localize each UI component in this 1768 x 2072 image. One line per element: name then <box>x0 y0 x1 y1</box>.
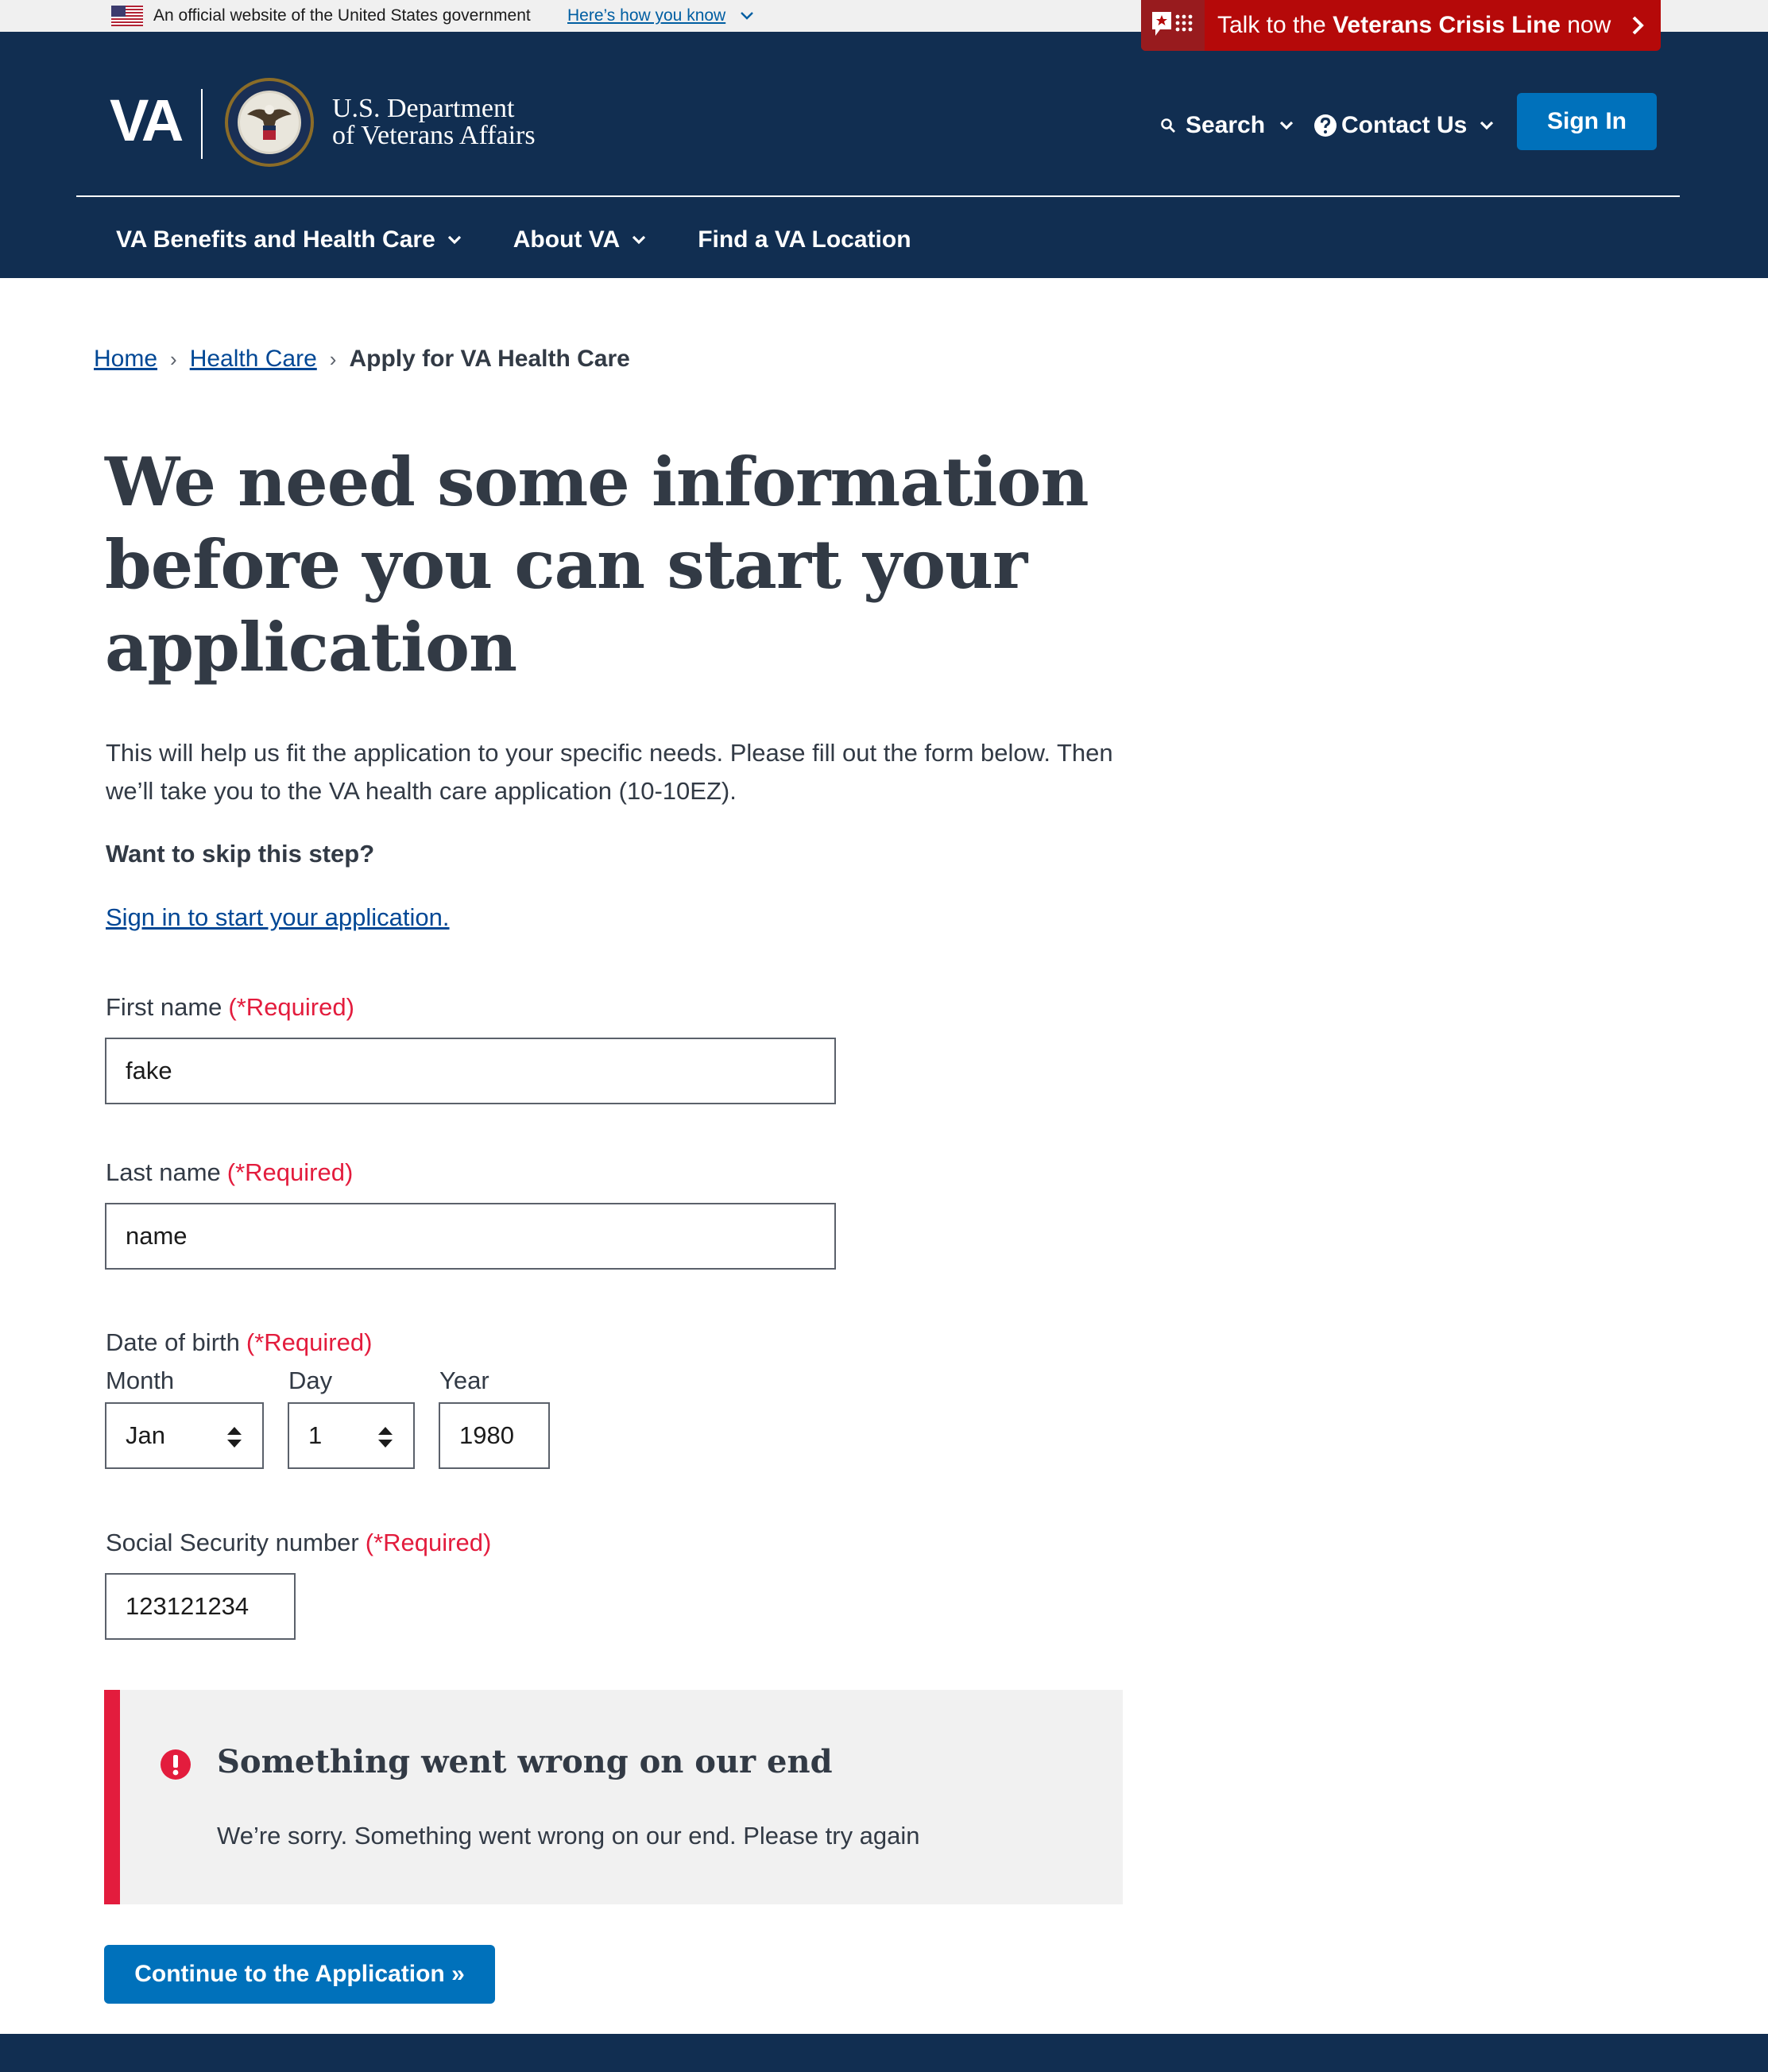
last-name-input[interactable] <box>105 1203 836 1270</box>
nav-item-label: About VA <box>513 226 621 253</box>
logo-divider <box>201 89 203 159</box>
ssn-label: Social Security number (*Required) <box>106 1527 491 1559</box>
crisis-emphasis: Veterans Crisis Line <box>1333 12 1561 38</box>
veterans-crisis-line-button[interactable]: Talk to the Veterans Crisis Line now <box>1141 0 1661 51</box>
last-name-label-text: Last name <box>106 1158 221 1186</box>
question-circle-icon <box>1314 114 1337 137</box>
error-alert: Something went wrong on our end We’re so… <box>104 1690 1123 1904</box>
dob-day-select[interactable]: 1 <box>288 1402 415 1469</box>
nav-item-label: VA Benefits and Health Care <box>116 226 435 253</box>
crisis-icon-box <box>1141 0 1205 51</box>
chevron-down-icon <box>447 235 461 245</box>
first-name-input[interactable] <box>105 1038 836 1104</box>
breadcrumb-separator: › <box>170 347 177 371</box>
dob-label-text: Date of birth <box>106 1328 240 1356</box>
heres-how-you-know-link[interactable]: Here’s how you know <box>567 6 725 26</box>
search-menu-button[interactable]: Search <box>1160 108 1295 143</box>
chevron-right-icon <box>1632 16 1644 35</box>
alert-accent-bar <box>104 1690 120 1904</box>
skip-step-question: Want to skip this step? <box>106 840 375 868</box>
site-header: VA U.S. Department of Veterans Affairs S… <box>0 32 1768 278</box>
first-name-label: First name (*Required) <box>106 992 354 1023</box>
dob-day-value: 1 <box>308 1421 323 1449</box>
us-flag-icon <box>111 6 143 26</box>
nav-item-benefits-health-care[interactable]: VA Benefits and Health Care <box>116 226 464 253</box>
breadcrumb-separator: › <box>329 347 337 371</box>
dob-year-label: Year <box>439 1367 489 1394</box>
dob-month-label: Month <box>106 1367 175 1394</box>
dob-month-select[interactable]: Jan <box>105 1402 264 1469</box>
breadcrumb-current-page: Apply for VA Health Care <box>349 346 630 372</box>
crisis-chat-icon <box>1152 12 1193 36</box>
search-icon <box>1161 118 1175 133</box>
nav-item-label: Find a VA Location <box>698 226 911 253</box>
required-marker: (*Required) <box>365 1529 492 1556</box>
va-logo-wordmark[interactable]: VA <box>110 89 184 153</box>
dept-name-line1: U.S. Department <box>332 94 515 123</box>
intro-paragraph: This will help us fit the application to… <box>106 739 1113 805</box>
chevron-down-icon <box>633 235 646 245</box>
dob-day-label: Day <box>288 1367 333 1394</box>
search-label: Search <box>1186 112 1266 138</box>
alert-heading: Something went wrong on our end <box>217 1743 833 1780</box>
breadcrumb: Home › Health Care › Apply for VA Health… <box>94 343 630 375</box>
nav-item-find-va-location[interactable]: Find a VA Location <box>698 226 911 253</box>
nav-item-about-va[interactable]: About VA <box>513 226 648 253</box>
dob-month-value: Jan <box>126 1421 165 1449</box>
chevron-down-icon[interactable] <box>739 8 755 24</box>
select-updown-icon <box>378 1427 393 1448</box>
main-nav: VA Benefits and Health Care About VA Fin… <box>116 222 961 257</box>
required-marker: (*Required) <box>246 1328 373 1356</box>
ssn-input[interactable] <box>105 1573 296 1640</box>
error-icon <box>161 1749 191 1780</box>
site-footer <box>0 2034 1768 2072</box>
crisis-suffix: now <box>1560 12 1611 38</box>
crisis-line-text: Talk to the Veterans Crisis Line now <box>1217 11 1611 40</box>
select-updown-icon <box>227 1427 242 1448</box>
breadcrumb-health-care-link[interactable]: Health Care <box>190 343 317 375</box>
breadcrumb-home-link[interactable]: Home <box>94 343 157 375</box>
va-seal-icon[interactable] <box>223 76 315 168</box>
continue-to-application-button[interactable]: Continue to the Application » <box>104 1945 495 2004</box>
dob-year-input[interactable] <box>439 1402 550 1469</box>
ssn-label-text: Social Security number <box>106 1529 359 1556</box>
official-website-text: An official website of the United States… <box>153 6 531 25</box>
first-name-label-text: First name <box>106 993 222 1021</box>
header-divider <box>76 195 1680 197</box>
contact-us-label: Contact Us <box>1341 112 1468 138</box>
contact-us-menu-button[interactable]: Contact Us <box>1313 108 1495 143</box>
page-title: We need some information before you can … <box>105 443 1089 686</box>
dept-name-line2: of Veterans Affairs <box>332 121 536 150</box>
required-marker: (*Required) <box>228 993 354 1021</box>
sign-in-button[interactable]: Sign In <box>1517 93 1657 150</box>
chevron-down-icon <box>1279 121 1294 130</box>
department-name: U.S. Department of Veterans Affairs <box>332 95 536 149</box>
sign-in-to-start-link[interactable]: Sign in to start your application. <box>106 902 450 934</box>
date-of-birth-label: Date of birth (*Required) <box>106 1327 372 1359</box>
alert-body: We’re sorry. Something went wrong on our… <box>217 1822 920 1850</box>
last-name-label: Last name (*Required) <box>106 1157 353 1189</box>
chevron-down-icon <box>1480 121 1494 130</box>
crisis-prefix: Talk to the <box>1217 12 1333 38</box>
required-marker: (*Required) <box>226 1158 354 1186</box>
